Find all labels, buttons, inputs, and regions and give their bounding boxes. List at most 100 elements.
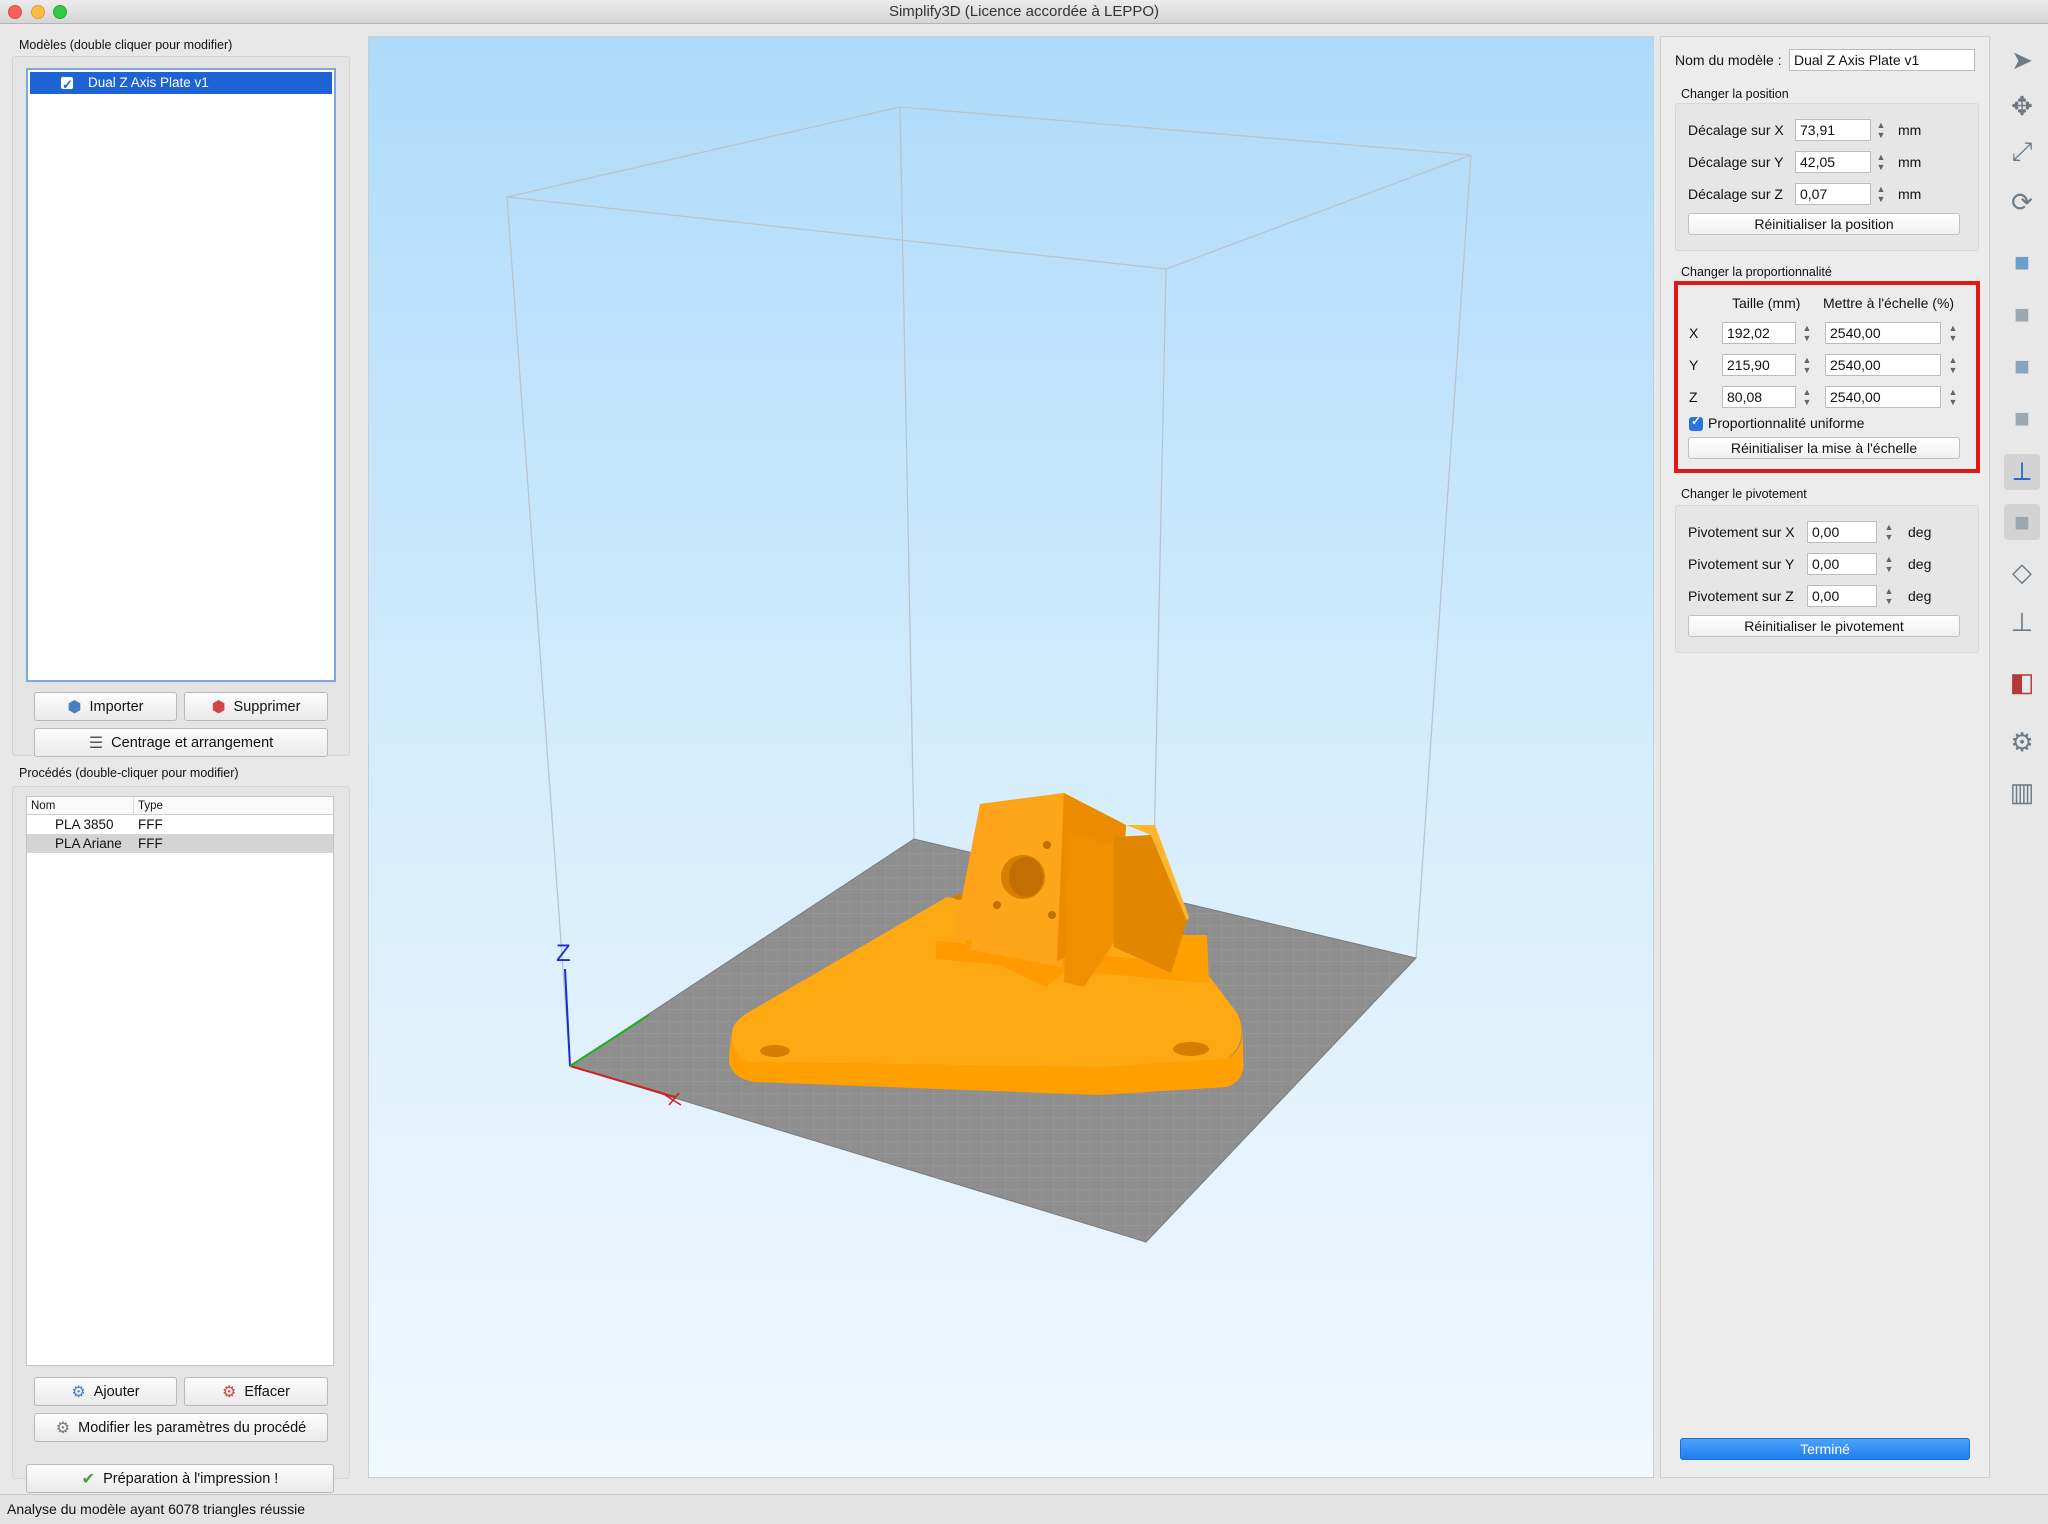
column-header-type[interactable]: Type	[134, 797, 163, 814]
checkmark-icon: ✔	[81, 1470, 96, 1488]
offset-y-stepper[interactable]: ▲ ▼	[1875, 152, 1887, 174]
size-x-stepper[interactable]: ▲ ▼	[1801, 323, 1813, 345]
delete-button[interactable]: ⬢ Supprimer	[184, 692, 328, 721]
offset-z-label: Décalage sur Z	[1688, 186, 1783, 202]
settings-icon[interactable]: ⚙	[2004, 724, 2040, 760]
offset-y-label: Décalage sur Y	[1688, 154, 1784, 170]
scale-y-stepper[interactable]: ▲ ▼	[1947, 355, 1959, 377]
tools-icon[interactable]: ▥	[2004, 774, 2040, 810]
size-y-stepper[interactable]: ▲ ▼	[1801, 355, 1813, 377]
rotation-y-input[interactable]: 0,00	[1807, 553, 1877, 575]
scale-x-label: X	[1689, 325, 1699, 341]
rotation-group-title: Changer le pivotement	[1681, 487, 1807, 501]
reset-rotation-button[interactable]: Réinitialiser le pivotement	[1688, 615, 1960, 637]
delete-icon: ⬢	[211, 698, 226, 716]
view-top-icon[interactable]: ■	[2004, 348, 2040, 384]
import-button[interactable]: ⬢ Importer	[34, 692, 177, 721]
scale-x-input[interactable]: 2540,00	[1825, 322, 1941, 344]
title-bar: Simplify3D (Licence accordée à LEPPO)	[0, 0, 2048, 24]
add-process-button[interactable]: ⚙ Ajouter	[34, 1377, 177, 1406]
scale-group-title: Changer la proportionnalité	[1681, 265, 1832, 279]
clear-process-icon: ⚙	[221, 1383, 237, 1401]
size-column-header: Taille (mm)	[1732, 295, 1801, 311]
status-text: Analyse du modèle ayant 6078 triangles r…	[7, 1501, 306, 1517]
add-process-icon: ⚙	[71, 1383, 86, 1401]
offset-y-unit: mm	[1898, 154, 1922, 170]
prepare-print-button[interactable]: ✔ Préparation à l'impression !	[26, 1464, 334, 1493]
size-y-input[interactable]: 215,90	[1722, 354, 1796, 376]
offset-x-label: Décalage sur X	[1688, 122, 1784, 138]
rotation-z-input[interactable]: 0,00	[1807, 585, 1877, 607]
rotation-y-unit: deg	[1908, 556, 1932, 572]
processes-table-header: Nom Type	[27, 797, 333, 815]
wireframe-icon[interactable]: ◇	[2004, 554, 2040, 590]
scale-z-stepper[interactable]: ▲ ▼	[1947, 387, 1959, 409]
view-front-icon[interactable]: ■	[2004, 296, 2040, 332]
model-name-label: Nom du modèle :	[1675, 52, 1782, 68]
table-row[interactable]: PLA Ariane FFF	[27, 834, 333, 853]
offset-z-stepper[interactable]: ▲ ▼	[1875, 184, 1887, 206]
model-visible-checkbox[interactable]	[60, 74, 74, 96]
z-axis-line	[564, 968, 571, 1067]
offset-x-stepper[interactable]: ▲ ▼	[1875, 120, 1887, 142]
column-header-name[interactable]: Nom	[27, 797, 134, 814]
view-default-icon[interactable]: ■	[2004, 244, 2040, 280]
size-z-input[interactable]: 80,08	[1722, 386, 1796, 408]
rotation-z-stepper[interactable]: ▲ ▼	[1883, 586, 1895, 608]
settings-gears-icon: ⚙	[55, 1419, 71, 1437]
list-item[interactable]: Dual Z Axis Plate v1	[30, 72, 332, 96]
modify-process-button[interactable]: ⚙ Modifier les paramètres du procédé	[34, 1413, 328, 1442]
arrange-icon: ☰	[88, 734, 104, 752]
build-volume-scene: Z	[506, 106, 1472, 1243]
models-group-label: Modèles (double cliquer pour modifier)	[19, 38, 233, 52]
uniform-scale-label: Proportionnalité uniforme	[1708, 415, 1865, 431]
reset-scale-button[interactable]: Réinitialiser la mise à l'échelle	[1688, 437, 1960, 459]
offset-z-input[interactable]: 0,07	[1795, 183, 1871, 205]
reset-position-button[interactable]: Réinitialiser la position	[1688, 213, 1960, 235]
clear-process-button[interactable]: ⚙ Effacer	[184, 1377, 328, 1406]
3d-viewport[interactable]: Z	[368, 36, 1654, 1478]
scale-icon[interactable]: ⤢	[2004, 134, 2040, 170]
move-icon[interactable]: ✥	[2004, 88, 2040, 124]
position-group-title: Changer la position	[1681, 87, 1789, 101]
offset-x-unit: mm	[1898, 122, 1922, 138]
rotate-icon[interactable]: ⟳	[2004, 184, 2040, 220]
rotation-y-stepper[interactable]: ▲ ▼	[1883, 554, 1895, 576]
uniform-scale-checkbox[interactable]	[1689, 414, 1703, 431]
offset-z-unit: mm	[1898, 186, 1922, 202]
solid-view-icon[interactable]: ■	[2004, 504, 2040, 540]
size-x-input[interactable]: 192,02	[1722, 322, 1796, 344]
processes-table[interactable]: Nom Type PLA 3850 FFF PLA Ariane FFF	[26, 796, 334, 1366]
done-button[interactable]: Terminé	[1680, 1438, 1970, 1460]
offset-x-input[interactable]: 73,91	[1795, 119, 1871, 141]
table-row[interactable]: PLA 3850 FFF	[27, 815, 333, 834]
import-icon: ⬢	[67, 698, 82, 716]
axes-icon[interactable]: ⟂	[2004, 454, 2040, 490]
model-name: Dual Z Axis Plate v1	[88, 75, 209, 90]
rotation-x-label: Pivotement sur X	[1688, 524, 1795, 540]
scale-z-input[interactable]: 2540,00	[1825, 386, 1941, 408]
models-list[interactable]: Dual Z Axis Plate v1	[26, 68, 336, 682]
rotation-x-stepper[interactable]: ▲ ▼	[1883, 522, 1895, 544]
rotation-z-unit: deg	[1908, 588, 1932, 604]
rotation-x-unit: deg	[1908, 524, 1932, 540]
select-arrow-icon[interactable]: ➤	[2004, 42, 2040, 78]
rotation-y-label: Pivotement sur Y	[1688, 556, 1795, 572]
view-side-icon[interactable]: ■	[2004, 400, 2040, 436]
left-panel: Modèles (double cliquer pour modifier) D…	[12, 30, 350, 1493]
arrange-button[interactable]: ☰ Centrage et arrangement	[34, 728, 328, 757]
scale-x-stepper[interactable]: ▲ ▼	[1947, 323, 1959, 345]
floor-icon[interactable]: ⊥	[2004, 604, 2040, 640]
scale-y-input[interactable]: 2540,00	[1825, 354, 1941, 376]
model-name-input[interactable]: Dual Z Axis Plate v1	[1789, 49, 1975, 71]
view-toolbar: ➤ ✥ ⤢ ⟳ ■ ■ ■ ■ ⟂ ■ ◇ ⊥ ◧ ⚙ ▥	[1996, 36, 2048, 1478]
offset-y-input[interactable]: 42,05	[1795, 151, 1871, 173]
scale-z-label: Z	[1689, 389, 1698, 405]
size-z-stepper[interactable]: ▲ ▼	[1801, 387, 1813, 409]
cross-section-icon[interactable]: ◧	[2004, 664, 2040, 700]
window-title: Simplify3D (Licence accordée à LEPPO)	[888, 3, 1160, 20]
status-bar: Analyse du modèle ayant 6078 triangles r…	[0, 1494, 2048, 1524]
rotation-x-input[interactable]: 0,00	[1807, 521, 1877, 543]
scale-column-header: Mettre à l'échelle (%)	[1823, 295, 1955, 311]
rotation-z-label: Pivotement sur Z	[1688, 588, 1794, 604]
